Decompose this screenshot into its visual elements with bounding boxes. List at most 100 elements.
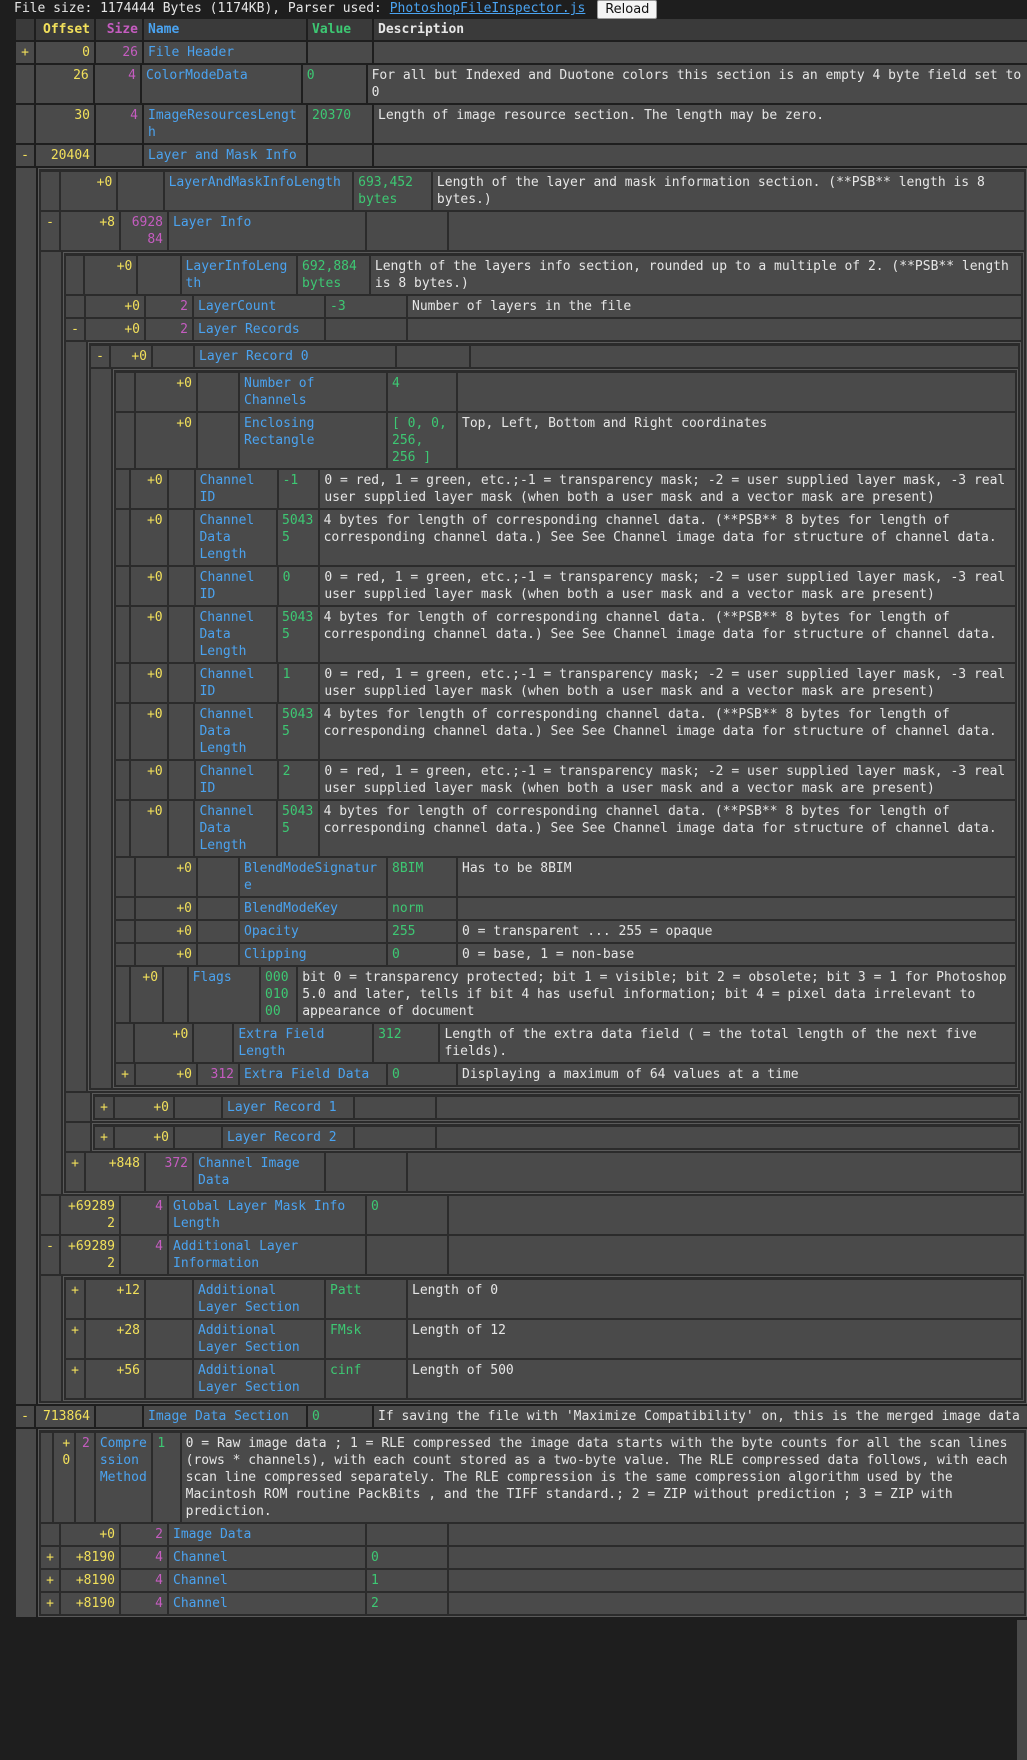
value-cell: 4 — [388, 373, 456, 411]
children-group: +0 LayerInfoLength 692,884 bytes Length of … — [41, 252, 1024, 1194]
name-cell: Image Data Section — [144, 1406, 306, 1427]
toggle-cell — [41, 172, 59, 210]
description-cell: 4 bytes for length of corresponding chan… — [319, 607, 1015, 662]
name-cell: Extra Field Data — [240, 1064, 386, 1085]
description-cell — [458, 898, 1015, 919]
offset-cell: +56 — [86, 1360, 144, 1398]
value-cell: 20370 — [308, 105, 372, 143]
tree-row: +0 26 File Header — [16, 42, 1027, 63]
description-cell — [408, 319, 1021, 340]
toggle-cell — [116, 510, 130, 565]
expand-toggle[interactable]: + — [66, 1280, 84, 1318]
offset-header: Offset — [36, 19, 94, 40]
children-group: + +12 Additional Layer Section Patt Length o… — [41, 1276, 1024, 1401]
value-cell: 0 — [367, 1547, 447, 1568]
expand-toggle[interactable]: + — [95, 1127, 113, 1148]
offset-cell: +0 — [131, 470, 167, 508]
name-cell: File Header — [144, 42, 306, 63]
value-cell — [355, 1097, 435, 1118]
collapse-toggle[interactable]: - — [16, 145, 34, 166]
indent-gutter — [66, 342, 86, 1091]
offset-cell: +0 — [61, 1524, 119, 1545]
offset-cell: +0 — [136, 1064, 196, 1085]
value-cell: 8BIM — [388, 858, 456, 896]
value-cell: 0 — [367, 1196, 447, 1234]
size-cell — [146, 1280, 192, 1318]
description-cell: Length of 0 — [408, 1280, 1021, 1318]
value-cell: 2 — [278, 761, 319, 799]
name-cell: Channel Image Data — [194, 1153, 324, 1191]
description-cell — [449, 1570, 1024, 1591]
value-cell: 50435 — [278, 607, 318, 662]
description-cell: 0 = red, 1 = green, etc.;-1 = transparen… — [320, 567, 1015, 605]
description-header: Description — [374, 19, 1027, 40]
offset-cell: +8 — [61, 212, 119, 250]
description-cell — [449, 1547, 1024, 1568]
collapse-toggle[interactable]: - — [41, 212, 59, 250]
indent-gutter — [16, 1429, 36, 1617]
expand-toggle[interactable]: + — [41, 1547, 59, 1568]
tree-row: +0 BlendModeKey norm — [116, 898, 1015, 919]
expand-toggle[interactable]: + — [66, 1360, 84, 1398]
reload-button[interactable]: Reload — [597, 0, 658, 19]
vertical-scrollbar[interactable] — [1017, 1620, 1027, 1760]
indent-gutter — [91, 369, 111, 1088]
expand-toggle[interactable]: + — [41, 1570, 59, 1591]
collapsed-group: + +0 Layer Record 2 — [66, 1123, 1021, 1151]
tree-row: -713864 Image Data Section 0 If saving the … — [16, 1406, 1027, 1427]
collapse-toggle[interactable]: - — [91, 346, 109, 367]
offset-cell: 713864 — [36, 1406, 94, 1427]
toggle-header — [16, 19, 34, 40]
tree-row: +0 2 LayerCount -3 Number of layers in the f… — [66, 296, 1021, 317]
collapse-toggle[interactable]: - — [16, 1406, 34, 1427]
toggle-cell — [116, 1024, 134, 1062]
collapse-toggle[interactable]: - — [66, 319, 84, 340]
offset-cell: +0 — [131, 761, 167, 799]
offset-cell: +0 — [131, 801, 167, 856]
offset-cell: +0 — [136, 413, 196, 468]
expand-toggle[interactable]: + — [66, 1320, 84, 1358]
description-cell: 4 bytes for length of corresponding chan… — [319, 801, 1015, 856]
description-cell: Has to be 8BIM — [458, 858, 1015, 896]
size-header: Size — [96, 19, 142, 40]
name-cell: ImageResourcesLength — [144, 105, 306, 143]
offset-cell: +0 — [136, 944, 196, 965]
tree-row: +0 Channel Data Length 50435 4 bytes for le… — [116, 704, 1015, 759]
expand-toggle[interactable]: + — [95, 1097, 113, 1118]
value-cell — [355, 1127, 435, 1148]
expand-toggle[interactable]: + — [116, 1064, 134, 1085]
offset-cell: 30 — [36, 105, 94, 143]
expand-toggle[interactable]: + — [16, 42, 34, 63]
tree-row: +692892 4 Global Layer Mask Info Length 0 — [41, 1196, 1024, 1234]
size-cell: 2 — [121, 1524, 167, 1545]
expand-toggle[interactable]: + — [41, 1593, 59, 1614]
description-cell: 0 = red, 1 = green, etc.;-1 = transparen… — [320, 470, 1015, 508]
value-cell: 00001000 — [261, 967, 297, 1022]
description-cell: Length of 500 — [408, 1360, 1021, 1398]
offset-cell: +0 — [136, 858, 196, 896]
collapse-toggle[interactable]: - — [41, 1236, 59, 1274]
expand-toggle[interactable]: + — [66, 1153, 84, 1191]
offset-cell: +692892 — [61, 1236, 119, 1274]
description-cell: 4 bytes for length of corresponding chan… — [319, 704, 1015, 759]
size-cell — [164, 967, 187, 1022]
description-cell — [471, 346, 1018, 367]
size-cell — [198, 921, 238, 942]
parser-link[interactable]: PhotoshopFileInspector.js — [390, 1, 586, 16]
name-cell: Layer Info — [169, 212, 365, 250]
name-cell: BlendModeSignature — [240, 858, 386, 896]
description-cell — [449, 1524, 1024, 1545]
value-cell — [397, 346, 469, 367]
offset-cell: +0 — [86, 296, 144, 317]
tree-row: +0 2 Image Data — [41, 1524, 1024, 1545]
value-cell: 692,884 bytes — [298, 256, 369, 294]
tree-row: - +8 692884 Layer Info — [41, 212, 1024, 250]
name-cell: Channel ID — [195, 470, 277, 508]
offset-cell: +8190 — [61, 1570, 119, 1591]
offset-cell: +0 — [60, 172, 117, 210]
size-cell — [198, 898, 238, 919]
toggle-cell — [116, 373, 134, 411]
value-cell: 0 — [388, 944, 456, 965]
file-size-text: File size: 1174444 Bytes (1174KB), Parse… — [14, 1, 382, 16]
value-cell: 0 — [278, 567, 319, 605]
